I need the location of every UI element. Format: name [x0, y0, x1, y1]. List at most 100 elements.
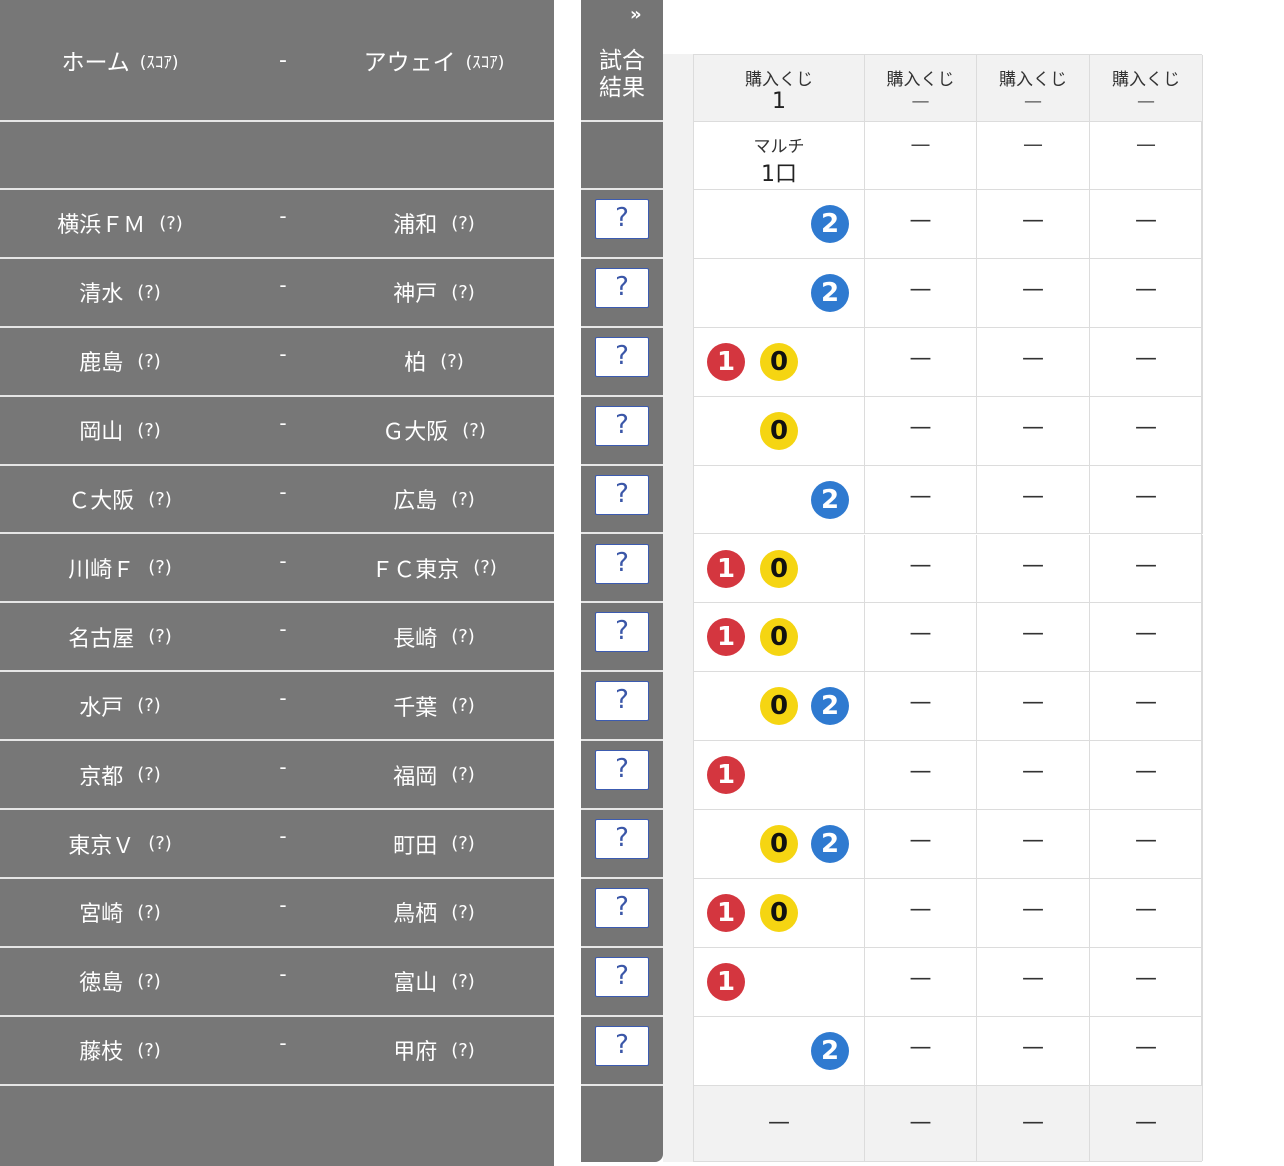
pick-cell: —: [865, 327, 977, 397]
away-score: (?): [451, 901, 475, 923]
away-score: (?): [451, 695, 475, 717]
match-separator: -: [279, 548, 287, 573]
pick-cell: 02: [694, 672, 865, 742]
home-score: (?): [148, 557, 172, 579]
empty-pick: —: [909, 483, 932, 509]
home-team-name: 藤枝: [79, 1040, 124, 1066]
home-header-label: ホーム: [61, 50, 130, 76]
result-placeholder[interactable]: ?: [595, 267, 649, 308]
empty-pick: —: [909, 828, 932, 854]
empty-pick: —: [1135, 1034, 1157, 1060]
pick-cell: —: [1090, 534, 1203, 604]
pick-cell: —: [865, 672, 977, 742]
empty-pick: —: [1022, 552, 1044, 578]
pick-mark-2: 2: [811, 205, 849, 243]
pick-cell: —: [1090, 465, 1203, 535]
pick-cell: —: [977, 258, 1090, 328]
result-cell: ?: [581, 879, 663, 948]
away-team: 柏 (?): [326, 328, 542, 395]
pick-cell: —: [977, 672, 1090, 742]
ticket-type-cell: —: [1090, 122, 1203, 190]
away-score: (?): [462, 419, 486, 441]
home-score: (?): [137, 350, 161, 372]
pick-cell: —: [1090, 879, 1203, 948]
result-cell: ?: [581, 535, 663, 604]
away-header: アウェイ (ｽｺｱ): [326, 0, 542, 120]
ticket-type: —: [1136, 132, 1156, 156]
result-placeholder[interactable]: ?: [595, 1025, 649, 1066]
ticket-type-cell: マルチ 1口: [694, 122, 865, 190]
pick-cell: —: [977, 879, 1090, 948]
result-placeholder[interactable]: ?: [595, 888, 649, 928]
match-row: 水戸 (?) - 千葉 (?): [0, 672, 554, 742]
away-score: (?): [451, 1039, 475, 1061]
home-team-name: 徳島: [79, 971, 124, 997]
pick-cell: —: [865, 603, 977, 673]
away-header-label: アウェイ: [363, 50, 456, 76]
pick-mark-1: 1: [707, 756, 745, 795]
result-placeholder[interactable]: ?: [595, 474, 649, 515]
away-team: Ｇ大阪 (?): [326, 397, 542, 464]
result-cell: ?: [581, 259, 663, 328]
home-team: 鹿島 (?): [0, 328, 240, 395]
result-placeholder[interactable]: ?: [595, 199, 649, 239]
result-placeholder[interactable]: ?: [595, 405, 649, 446]
pick-cell: —: [865, 1016, 977, 1086]
home-team-name: Ｃ大阪: [68, 489, 135, 515]
pick-mark-0: 0: [760, 411, 798, 450]
result-placeholder[interactable]: ?: [595, 681, 649, 722]
match-row: 名古屋 (?) - 長崎 (?): [0, 603, 554, 673]
pick-cell: 1: [694, 947, 865, 1017]
pick-mark-0: 0: [760, 894, 798, 932]
away-team-name: 神戸: [393, 282, 438, 308]
home-score: (?): [137, 970, 161, 992]
pick-cell: —: [1090, 258, 1203, 328]
away-team-name: 千葉: [393, 695, 438, 721]
pick-cell: —: [977, 327, 1090, 397]
pick-cell: 0: [694, 396, 865, 466]
empty-pick: —: [909, 276, 932, 302]
empty-pick: —: [1135, 828, 1157, 854]
away-team-name: ＦＣ東京: [371, 557, 460, 583]
ticket-header[interactable]: 購入くじ —: [865, 55, 977, 122]
empty-pick: —: [1135, 276, 1157, 302]
result-placeholder[interactable]: ?: [595, 819, 649, 860]
ticket-header[interactable]: 購入くじ —: [1090, 55, 1203, 122]
match-row: 藤枝 (?) - 甲府 (?): [0, 1017, 554, 1086]
double-chevron-right-icon[interactable]: »: [630, 4, 642, 25]
empty-pick: —: [909, 345, 932, 371]
pick-cell: —: [1090, 327, 1203, 397]
empty-pick: —: [1022, 965, 1044, 991]
ticket-header[interactable]: 購入くじ 1: [694, 55, 865, 122]
pick-cell: —: [977, 534, 1090, 604]
pick-cell: —: [1090, 672, 1203, 742]
result-placeholder[interactable]: ?: [595, 750, 649, 791]
ticket-header-label: 購入くじ: [886, 70, 955, 90]
match-row: 宮崎 (?) - 鳥栖 (?): [0, 879, 554, 948]
ticket-header[interactable]: 購入くじ —: [977, 55, 1090, 122]
result-placeholder[interactable]: ?: [595, 336, 649, 377]
pick-cell: —: [1090, 810, 1203, 879]
result-placeholder[interactable]: ?: [595, 543, 649, 584]
match-row: 川崎Ｆ (?) - ＦＣ東京 (?): [0, 535, 554, 604]
ticket-table: 購入くじ 1 マルチ 1口 2 2 1 0 0 2 1 0 1 0 0 2 1 0 2 1 0 1 2— 購入くじ — — — — — —…: [693, 54, 1203, 1162]
pick-cell: —: [865, 810, 977, 879]
home-team-name: 宮崎: [79, 902, 124, 928]
away-team-name: Ｇ大阪: [382, 420, 449, 446]
result-placeholder[interactable]: ?: [595, 612, 649, 653]
empty-pick: —: [909, 1034, 932, 1060]
empty-pick: —: [1135, 345, 1157, 371]
empty-pick: —: [1135, 208, 1157, 233]
result-cell: ?: [581, 672, 663, 742]
match-separator: -: [279, 272, 287, 297]
empty-pick: —: [1022, 345, 1044, 371]
pick-cell: —: [865, 190, 977, 259]
away-score: (?): [451, 488, 475, 510]
pick-cell: —: [977, 741, 1090, 811]
empty-pick: —: [1135, 414, 1157, 440]
home-team: 水戸 (?): [0, 672, 240, 739]
pick-mark-2: 2: [811, 687, 849, 726]
home-score: (?): [159, 212, 183, 234]
result-placeholder[interactable]: ?: [595, 956, 649, 997]
ticket-header-label: 購入くじ: [745, 70, 813, 90]
